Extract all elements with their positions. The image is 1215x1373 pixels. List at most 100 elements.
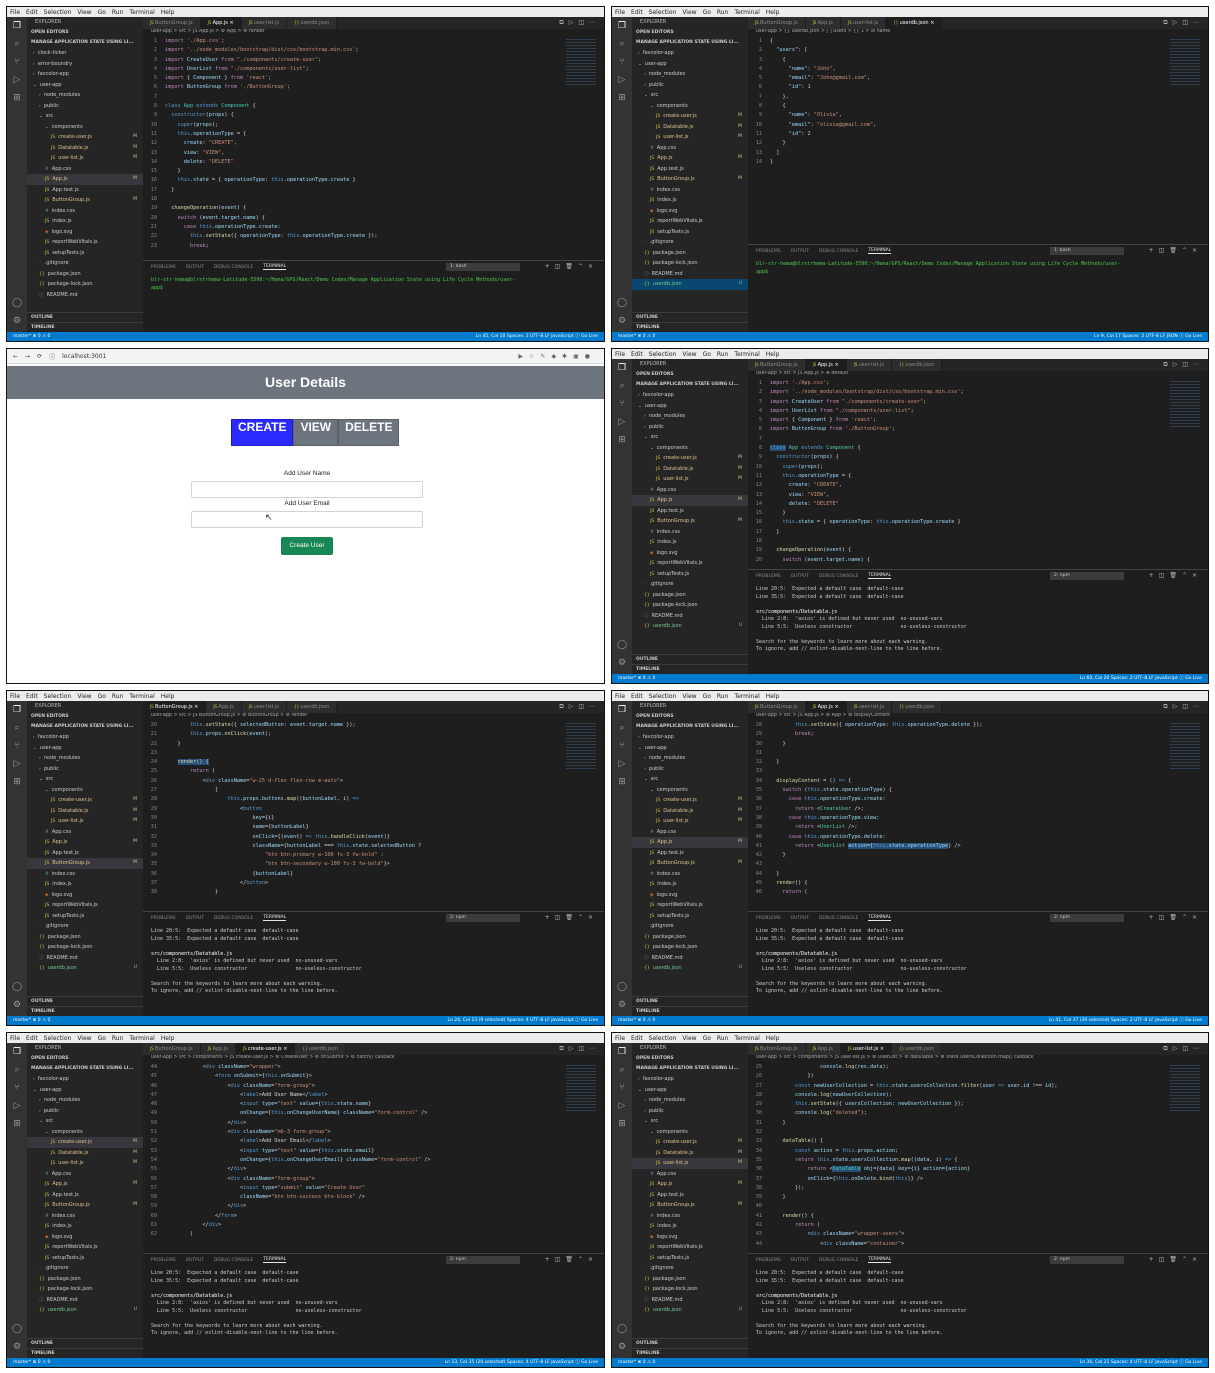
tree-item[interactable]: › favcolor-app bbox=[27, 1074, 143, 1085]
open-editors-section[interactable]: OPEN EDITORS bbox=[27, 712, 143, 722]
tree-item[interactable]: JS reportWebVitals.js bbox=[632, 1242, 748, 1253]
tree-item[interactable]: JS create-user.js M bbox=[632, 453, 748, 464]
panel-tab-problems[interactable]: PROBLEMS bbox=[756, 916, 781, 921]
source-control-icon[interactable]: ⑂ bbox=[7, 53, 27, 71]
back-icon[interactable]: ← bbox=[13, 353, 18, 360]
menu-view[interactable]: View bbox=[77, 9, 91, 16]
code-editor[interactable]: 20 this.setState({ selectedButton: event… bbox=[143, 721, 560, 909]
tree-item[interactable]: ⌄ components bbox=[632, 1127, 748, 1138]
extensions-icon[interactable]: ⊞ bbox=[612, 431, 632, 449]
button-view[interactable]: VIEW bbox=[293, 419, 339, 446]
project-folder[interactable]: MANAGE APPLICATION STATE USING LI... bbox=[632, 380, 748, 390]
menu-run[interactable]: Run bbox=[112, 9, 124, 16]
tree-item[interactable]: JS App.test.js bbox=[27, 1190, 143, 1201]
tree-item[interactable]: JS Datatable.js M bbox=[27, 143, 143, 154]
tree-item[interactable]: ⌄ user-app bbox=[632, 743, 748, 754]
tab-user-list-js[interactable]: JS user-list.js bbox=[846, 359, 893, 371]
menu-run[interactable]: Run bbox=[717, 351, 729, 358]
tree-item[interactable]: ⌄ user-app bbox=[27, 80, 143, 91]
button-create[interactable]: CREATE bbox=[231, 419, 294, 446]
status-info[interactable]: Ln 60, Col 20 Spaces: 2 UTF-8 LF JavaScr… bbox=[1080, 674, 1202, 683]
tab-user-list-js[interactable]: JS user-list.js bbox=[241, 17, 288, 29]
tab-user-list-js[interactable]: JS user-list.js bbox=[241, 701, 288, 713]
menu-file[interactable]: File bbox=[615, 351, 625, 358]
tree-item[interactable]: ◈ logo.svg bbox=[27, 227, 143, 238]
project-folder[interactable]: MANAGE APPLICATION STATE USING LI... bbox=[27, 722, 143, 732]
address-bar[interactable]: localhost:3001 bbox=[62, 353, 106, 360]
panel-tab-terminal[interactable]: TERMINAL bbox=[868, 915, 892, 921]
explorer-icon[interactable]: ❐ bbox=[612, 17, 632, 35]
breadcrumb[interactable]: user-app > src > components > JS create-… bbox=[143, 1055, 604, 1063]
menu-view[interactable]: View bbox=[682, 9, 696, 16]
source-control-icon[interactable]: ⑂ bbox=[612, 1079, 632, 1097]
tree-item[interactable]: › favcolor-app bbox=[632, 390, 748, 401]
tree-item[interactable]: {} package-lock.json bbox=[632, 1284, 748, 1295]
tree-item[interactable]: ⌄ src bbox=[632, 432, 748, 443]
panel-tab-terminal[interactable]: TERMINAL bbox=[263, 1257, 287, 1263]
menu-help[interactable]: Help bbox=[766, 693, 780, 700]
tree-item[interactable]: › favcolor-app bbox=[27, 732, 143, 743]
timeline-section[interactable]: TIMELINE bbox=[27, 322, 143, 332]
tree-item[interactable]: ◦ .gitignore bbox=[632, 579, 748, 590]
tree-item[interactable]: # index.css bbox=[632, 185, 748, 196]
menu-edit[interactable]: Edit bbox=[26, 9, 38, 16]
settings-gear-icon[interactable]: ⚙ bbox=[612, 654, 632, 672]
tree-item[interactable]: › node_modules bbox=[632, 1095, 748, 1106]
tree-item[interactable]: › favcolor-app bbox=[632, 1074, 748, 1085]
tree-item[interactable]: › public bbox=[632, 764, 748, 775]
tab-buttongroup-js[interactable]: JS ButtonGroup.js bbox=[143, 17, 201, 29]
explorer-icon[interactable]: ❐ bbox=[612, 1043, 632, 1061]
tree-item[interactable]: ⌄ src bbox=[632, 774, 748, 785]
search-icon[interactable]: ⌕ bbox=[612, 377, 632, 395]
tree-item[interactable]: {} userdb.json U bbox=[632, 963, 748, 974]
menu-go[interactable]: Go bbox=[703, 1035, 711, 1042]
timeline-section[interactable]: TIMELINE bbox=[27, 1006, 143, 1016]
tree-item[interactable]: JS Datatable.js M bbox=[632, 1148, 748, 1159]
source-control-icon[interactable]: ⑂ bbox=[7, 1079, 27, 1097]
tree-item[interactable]: JS ButtonGroup.js M bbox=[27, 858, 143, 869]
source-control-icon[interactable]: ⑂ bbox=[612, 53, 632, 71]
tree-item[interactable]: # App.css bbox=[27, 164, 143, 175]
minimap[interactable] bbox=[1170, 39, 1200, 85]
menu-terminal[interactable]: Terminal bbox=[734, 693, 759, 700]
tree-item[interactable]: # index.css bbox=[27, 206, 143, 217]
tab-app-js[interactable]: JS App.js bbox=[206, 701, 242, 713]
source-control-icon[interactable]: ⑂ bbox=[612, 737, 632, 755]
tree-item[interactable]: {} userdb.json U bbox=[632, 621, 748, 632]
menu-help[interactable]: Help bbox=[161, 1035, 175, 1042]
tree-item[interactable]: {} package.json bbox=[632, 932, 748, 943]
tree-item[interactable]: JS App.test.js bbox=[632, 1190, 748, 1201]
code-editor[interactable]: 44 <div className="wrapper"> 45 <form onS… bbox=[143, 1063, 560, 1251]
panel-actions[interactable]: +◫🗑⌃× bbox=[1149, 1254, 1202, 1266]
panel-tab-debug-console[interactable]: DEBUG CONSOLE bbox=[819, 249, 858, 254]
close-icon[interactable]: × bbox=[929, 20, 934, 26]
tree-item[interactable]: JS Datatable.js M bbox=[632, 806, 748, 817]
account-icon[interactable]: ◯ bbox=[7, 978, 27, 996]
breadcrumb[interactable]: user-app > src > JS App.js > ⊕ default bbox=[748, 371, 1208, 379]
terminal-select[interactable]: 2: npm bbox=[1050, 1256, 1124, 1264]
tree-item[interactable]: {} userdb.json U bbox=[27, 963, 143, 974]
menu-selection[interactable]: Selection bbox=[649, 351, 677, 358]
settings-gear-icon[interactable]: ⚙ bbox=[612, 996, 632, 1014]
tree-item[interactable]: JS App.test.js bbox=[27, 185, 143, 196]
editor-actions[interactable]: ⧉▷◫⋯ bbox=[559, 701, 600, 713]
tree-item[interactable]: {} package-lock.json bbox=[27, 279, 143, 290]
close-icon[interactable]: × bbox=[228, 20, 234, 26]
explorer-icon[interactable]: ❐ bbox=[7, 1043, 27, 1061]
tree-item[interactable]: ◈ logo.svg bbox=[27, 1232, 143, 1243]
run-debug-icon[interactable]: ▷ bbox=[7, 71, 27, 89]
tree-item[interactable]: JS App.test.js bbox=[632, 164, 748, 175]
tree-item[interactable]: JS index.js bbox=[632, 195, 748, 206]
search-icon[interactable]: ⌕ bbox=[612, 1061, 632, 1079]
tree-item[interactable]: ◦ .gitignore bbox=[27, 258, 143, 269]
tab-userdb-json[interactable]: {} userdb.json bbox=[892, 701, 943, 713]
breadcrumb[interactable]: user-app > src > JS ButtonGroup.js > ⚙ B… bbox=[143, 713, 604, 721]
panel-tab-debug-console[interactable]: DEBUG CONSOLE bbox=[819, 1258, 858, 1263]
menu-edit[interactable]: Edit bbox=[631, 9, 643, 16]
status-info[interactable]: Ln 45, Col 10 Spaces: 2 UTF-8 LF JavaScr… bbox=[476, 332, 598, 341]
tree-item[interactable]: JS App.test.js bbox=[632, 506, 748, 517]
tree-item[interactable]: JS user-list.js M bbox=[632, 816, 748, 827]
menu-terminal[interactable]: Terminal bbox=[129, 693, 154, 700]
panel-actions[interactable]: +◫🗑⌃× bbox=[545, 261, 598, 273]
open-editors-section[interactable]: OPEN EDITORS bbox=[632, 712, 748, 722]
